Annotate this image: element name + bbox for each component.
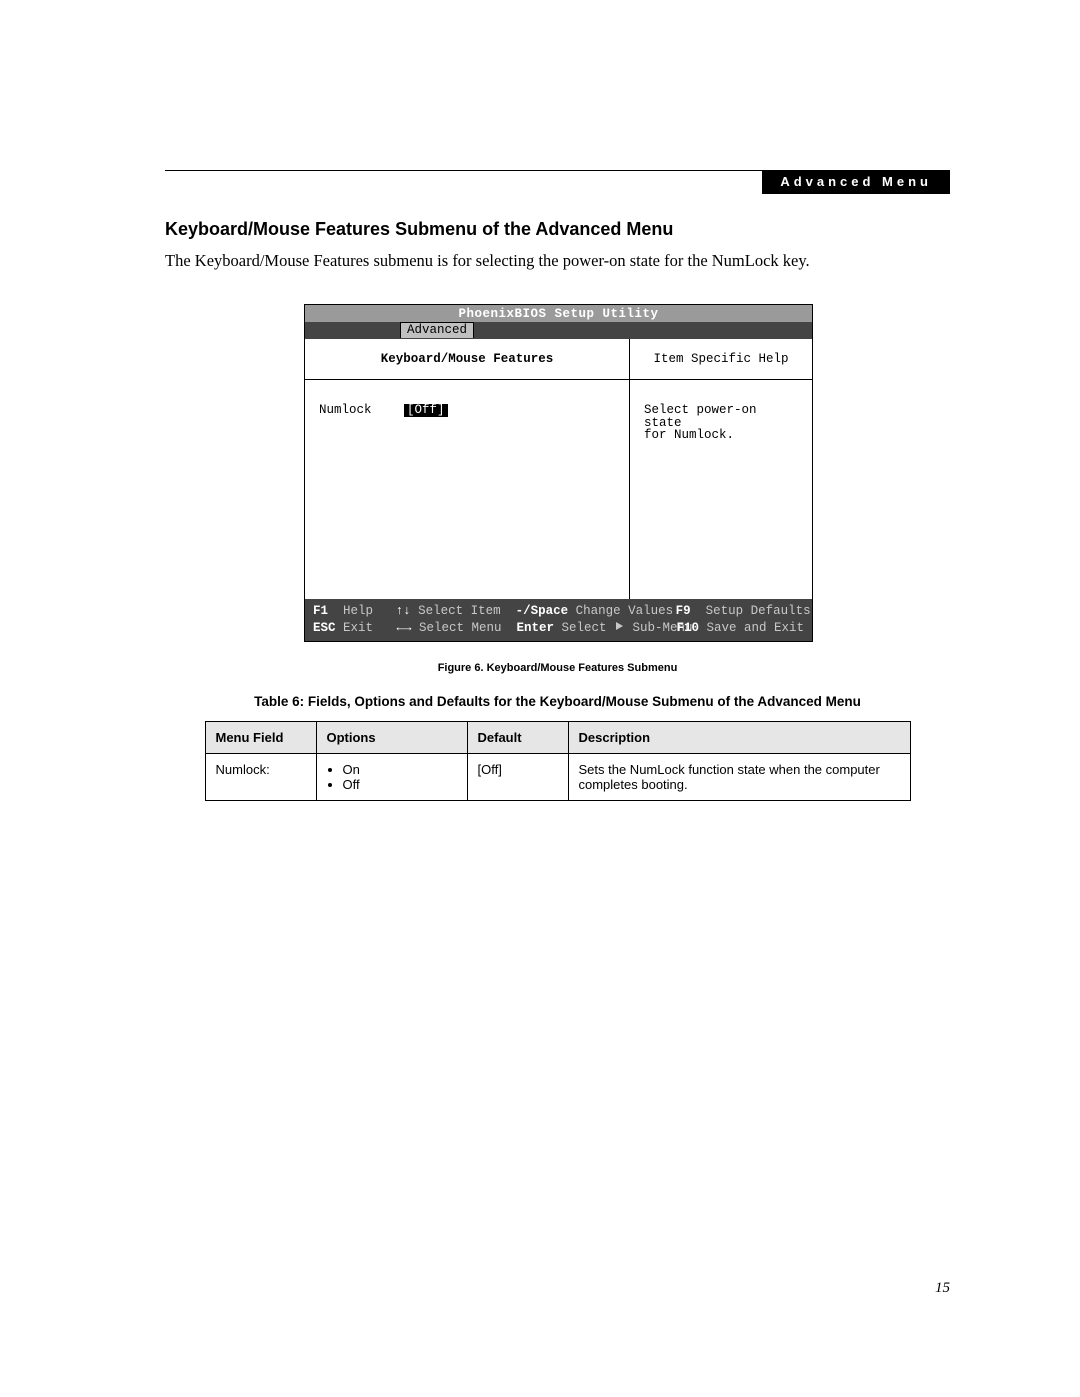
key-f10: F10: [676, 621, 699, 635]
th-default: Default: [467, 721, 568, 753]
header-badge: Advanced Menu: [762, 170, 950, 194]
page-number: 15: [935, 1280, 950, 1297]
hint-save-exit: Save and Exit: [706, 621, 804, 635]
figure-caption: Figure 6. Keyboard/Mouse Features Submen…: [165, 662, 950, 674]
bios-tab-advanced[interactable]: Advanced: [400, 322, 474, 339]
key-f9: F9: [676, 604, 691, 618]
cell-menu-field: Numlock:: [205, 753, 316, 800]
bios-left-heading: Keyboard/Mouse Features: [305, 339, 629, 381]
key-updown-icon: ↑↓: [396, 604, 411, 618]
bios-field-value[interactable]: [Off]: [404, 404, 448, 417]
triangle-right-icon: [616, 622, 623, 630]
key-enter: Enter: [516, 621, 554, 635]
bios-right-heading: Item Specific Help: [630, 339, 812, 381]
key-leftright-icon: ←→: [396, 621, 411, 635]
intro-paragraph: The Keyboard/Mouse Features submenu is f…: [165, 250, 950, 272]
table-row: Numlock: On Off [Off] Sets the NumLock f…: [205, 753, 910, 800]
hint-setup-defaults: Setup Defaults: [706, 604, 811, 618]
cell-default: [Off]: [467, 753, 568, 800]
header-rule: Advanced Menu: [165, 170, 950, 171]
th-menu-field: Menu Field: [205, 721, 316, 753]
bios-help-line: Select power-on state: [644, 404, 798, 429]
bios-help-text: Select power-on state for Numlock.: [630, 380, 812, 442]
hint-select-item: Select Item: [418, 604, 501, 618]
hint-exit: Exit: [343, 621, 373, 635]
bios-menubar: Advanced: [305, 322, 812, 339]
bios-help-line: for Numlock.: [644, 429, 798, 442]
section-title: Keyboard/Mouse Features Submenu of the A…: [165, 219, 950, 240]
th-options: Options: [316, 721, 467, 753]
table-header-row: Menu Field Options Default Description: [205, 721, 910, 753]
bios-field-label: Numlock: [319, 404, 404, 417]
hint-select-menu: Select Menu: [419, 621, 502, 635]
bios-title: PhoenixBIOS Setup Utility: [305, 305, 812, 322]
bios-field-numlock[interactable]: Numlock [Off]: [319, 404, 615, 417]
key-f1: F1: [313, 604, 328, 618]
fields-table: Menu Field Options Default Description N…: [205, 721, 911, 801]
bios-screenshot: PhoenixBIOS Setup Utility Advanced Keybo…: [304, 304, 813, 641]
cell-options: On Off: [316, 753, 467, 800]
key-esc: ESC: [313, 621, 336, 635]
key-minus-space: -/Space: [516, 604, 569, 618]
option-item: Off: [343, 777, 457, 792]
table-caption: Table 6: Fields, Options and Defaults fo…: [165, 694, 950, 709]
th-description: Description: [568, 721, 910, 753]
cell-description: Sets the NumLock function state when the…: [568, 753, 910, 800]
bios-footer: F1 Help ↑↓ Select Item -/Space Change Va…: [305, 599, 812, 641]
hint-select-sub: Select: [561, 621, 606, 635]
hint-help: Help: [343, 604, 373, 618]
option-item: On: [343, 762, 457, 777]
